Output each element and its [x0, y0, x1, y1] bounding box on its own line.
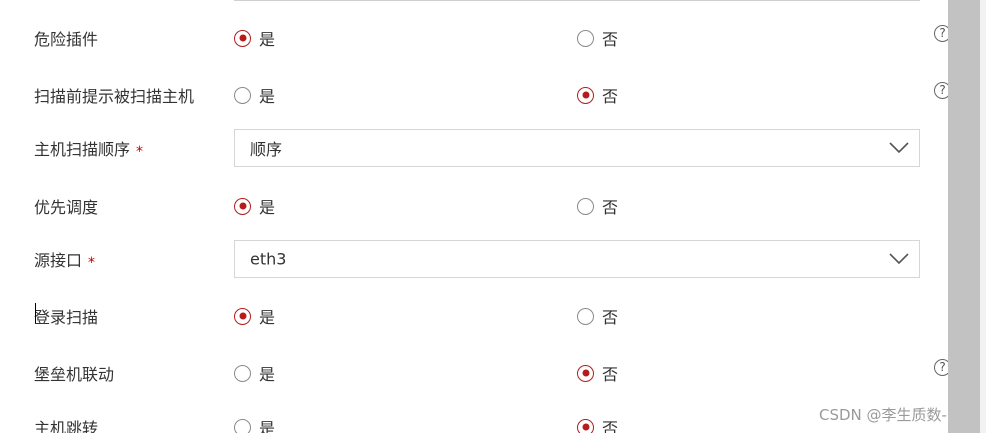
- vertical-scrollbar[interactable]: [948, 0, 980, 433]
- radio-no[interactable]: 否: [577, 304, 618, 328]
- radio-yes[interactable]: 是: [234, 304, 275, 328]
- row-host-scan-order: 主机扫描顺序 * 顺序: [0, 128, 948, 168]
- field-label: 扫描前提示被扫描主机: [34, 87, 195, 106]
- row-source-interface: 源接口 * eth3: [0, 239, 948, 279]
- row-prompt-before-scan: 扫描前提示被扫描主机 是 否: [0, 75, 948, 115]
- radio-circle: [577, 86, 594, 104]
- radio-circle: [234, 197, 251, 215]
- radio-no[interactable]: 否: [577, 83, 618, 107]
- help-icon[interactable]: ?: [934, 82, 948, 99]
- field-label: 堡垒机联动: [34, 365, 115, 384]
- scrollbar-thumb[interactable]: [948, 0, 980, 433]
- text-cursor: [35, 303, 36, 323]
- radio-circle: [234, 307, 251, 325]
- top-divider: [234, 0, 920, 1]
- field-label: 危险插件: [34, 30, 99, 49]
- radio-yes[interactable]: 是: [234, 26, 275, 50]
- required-mark: *: [136, 144, 144, 160]
- help-icon[interactable]: ?: [934, 359, 948, 376]
- radio-no[interactable]: 否: [577, 194, 618, 218]
- chevron-down-icon: [889, 253, 909, 265]
- watermark: CSDN @李生质数-: [819, 406, 947, 424]
- chevron-down-icon: [889, 142, 909, 154]
- radio-circle: [577, 197, 594, 215]
- radio-circle: [234, 29, 251, 47]
- radio-circle: [577, 418, 594, 433]
- radio-circle: [577, 307, 594, 325]
- radio-yes[interactable]: 是: [234, 194, 275, 218]
- radio-circle: [234, 86, 251, 104]
- source-interface-select[interactable]: eth3: [234, 240, 920, 278]
- field-label: 登录扫描: [34, 308, 99, 327]
- scan-order-select[interactable]: 顺序: [234, 129, 920, 167]
- radio-yes[interactable]: 是: [234, 361, 275, 385]
- row-host-jump: 主机跳转 是 否: [0, 407, 948, 433]
- field-label: 主机扫描顺序 *: [34, 140, 144, 160]
- radio-circle: [234, 418, 251, 433]
- radio-no[interactable]: 否: [577, 26, 618, 50]
- help-icon[interactable]: ?: [934, 25, 948, 42]
- radio-yes[interactable]: 是: [234, 83, 275, 107]
- radio-yes[interactable]: 是: [234, 415, 275, 433]
- radio-circle: [577, 364, 594, 382]
- field-label: 主机跳转: [34, 419, 99, 433]
- radio-circle: [577, 29, 594, 47]
- field-label: 源接口 *: [34, 251, 96, 271]
- radio-no[interactable]: 否: [577, 361, 618, 385]
- row-bastion-linkage: 堡垒机联动 是 否: [0, 353, 948, 393]
- background-strip: [980, 0, 986, 433]
- form-panel: 危险插件 是 否 ? 扫描前提示被扫描主机 是 否 ? 主机扫描顺序 * 顺序 优…: [0, 0, 948, 433]
- required-mark: *: [88, 255, 96, 271]
- row-dangerous-plugins: 危险插件 是 否: [0, 18, 948, 58]
- radio-no[interactable]: 否: [577, 415, 618, 433]
- radio-circle: [234, 364, 251, 382]
- row-priority-scheduling: 优先调度 是 否: [0, 186, 948, 226]
- row-login-scan: 登录扫描 是 否: [0, 296, 948, 336]
- field-label: 优先调度: [34, 198, 99, 217]
